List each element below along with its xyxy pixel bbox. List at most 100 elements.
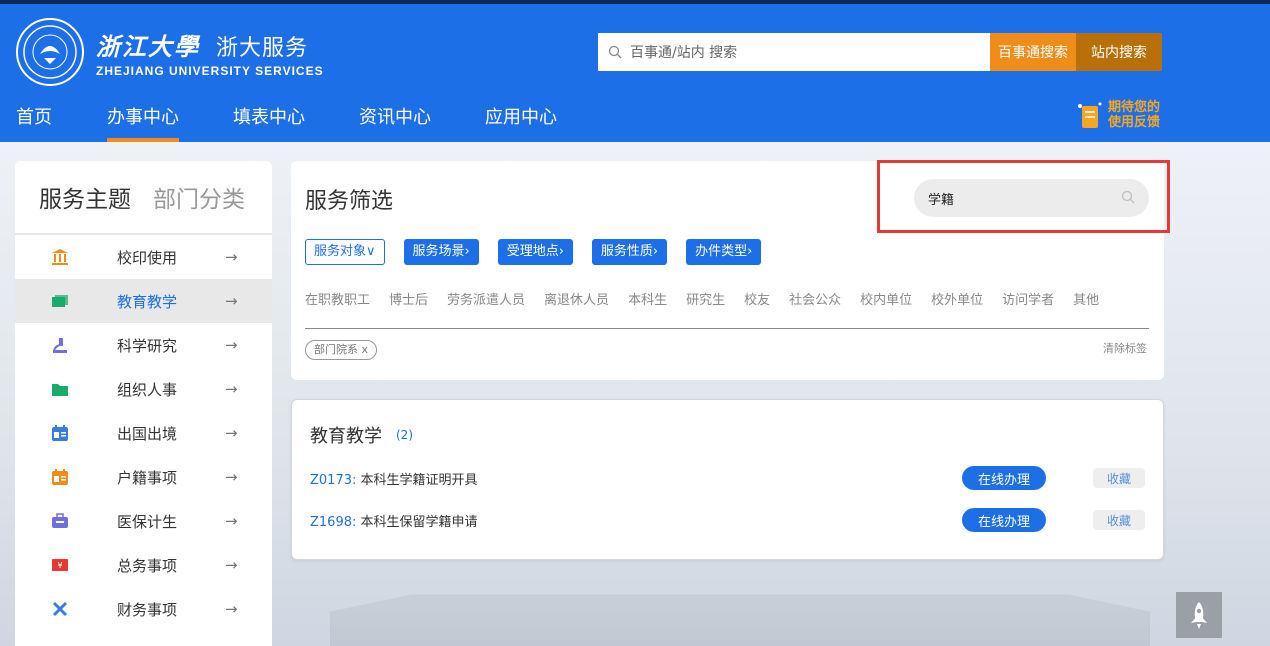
tab-department[interactable]: 部门分类 — [153, 180, 245, 214]
medkit-icon — [51, 512, 69, 530]
brand-service-name: 浙大服务 — [216, 35, 309, 61]
result-row: Z1698: 本科生保留学籍申请 在线办理 收藏 — [310, 508, 1146, 532]
folder-icon — [51, 380, 69, 398]
sidebar-list: 校印使用 → 教育教学 → 科学研究 → 组织人事 → 出国出境 → 户籍事项 → 医保计生 → ¥ 总务事项… — [15, 235, 272, 646]
tab-service-theme[interactable]: 服务主题 — [39, 180, 131, 214]
filter-option[interactable]: 校外单位 — [931, 289, 983, 308]
id-card-icon — [51, 468, 69, 486]
brand-english: ZHEJIANG UNIVERSITY SERVICES — [96, 63, 324, 78]
feedback-note-icon — [1078, 102, 1102, 128]
sidebar-item-label: 校印使用 — [117, 248, 178, 267]
filter-chip[interactable]: 办件类型› — [686, 239, 762, 265]
arrow-right-icon: → — [225, 556, 238, 574]
filter-option[interactable]: 离退休人员 — [544, 289, 609, 308]
university-seal-icon — [16, 18, 84, 86]
sidebar-item-label: 组织人事 — [117, 380, 178, 399]
result-code[interactable]: Z1698 — [310, 515, 352, 530]
building-icon — [51, 248, 69, 266]
filter-option[interactable]: 其他 — [1073, 289, 1099, 308]
search-input[interactable]: 百事通/站内 搜索 — [598, 33, 990, 71]
sidebar-item[interactable]: 出国出境 → — [15, 411, 272, 455]
tools-icon — [51, 600, 69, 618]
search-placeholder: 百事通/站内 搜索 — [630, 45, 738, 61]
sidebar-item[interactable]: 校印使用 → — [15, 235, 272, 279]
rocket-icon — [1191, 602, 1207, 629]
sidebar-item-label: 科学研究 — [117, 336, 178, 355]
sidebar-item-label: 教育教学 — [117, 292, 178, 311]
results-title: 教育教学 — [310, 426, 382, 447]
sidebar-item[interactable]: 户籍事项 → — [15, 455, 272, 499]
back-to-top-button[interactable] — [1176, 592, 1222, 638]
svg-text:¥: ¥ — [57, 561, 62, 570]
filter-options: 在职教职工 博士后 劳务派遣人员 离退休人员 本科生 研究生 校友 社会公众 校内单位 校外单位访… — [305, 289, 1118, 308]
sidebar-item-label: 总务事项 — [117, 556, 178, 575]
filter-chips: 服务对象∨ 服务场景› 受理地点› 服务性质› 办件类型› — [305, 239, 780, 265]
site-header: 浙江大學 浙大服务 ZHEJIANG UNIVERSITY SERVICES 百… — [0, 4, 1270, 142]
filter-option[interactable]: 本科生 — [628, 289, 667, 308]
nav-news-center[interactable]: 资讯中心 — [359, 100, 431, 142]
filter-chip[interactable]: 服务场景› — [403, 239, 479, 265]
result-name[interactable]: 本科生保留学籍申请 — [361, 515, 478, 530]
arrow-right-icon: → — [225, 380, 238, 398]
logo[interactable]: 浙江大學 浙大服务 ZHEJIANG UNIVERSITY SERVICES — [16, 18, 324, 86]
divider — [305, 328, 1149, 329]
sidebar-item-label: 财务事项 — [117, 600, 178, 619]
sidebar-item[interactable]: 组织人事 → — [15, 367, 272, 411]
sidebar-item-label: 出国出境 — [117, 424, 178, 443]
filter-option[interactable]: 社会公众 — [789, 289, 841, 308]
clear-tags-link[interactable]: 清除标签 — [1103, 340, 1147, 356]
results-panel: 教育教学 (2) Z0173: 本科生学籍证明开具 在线办理 收藏 Z1698:… — [291, 399, 1164, 560]
arrow-right-icon: → — [225, 424, 238, 442]
sidebar-item-label: 医保计生 — [117, 512, 178, 531]
arrow-right-icon: → — [225, 248, 238, 266]
feedback-line2: 使用反馈 — [1108, 115, 1161, 130]
books-icon — [51, 292, 69, 310]
result-name[interactable]: 本科生学籍证明开具 — [361, 473, 478, 488]
filter-option[interactable]: 研究生 — [686, 289, 725, 308]
filter-chip[interactable]: 受理地点› — [497, 239, 573, 265]
arrow-right-icon: → — [225, 292, 238, 310]
search-icon — [608, 45, 622, 59]
nav-service-center[interactable]: 办事中心 — [107, 100, 179, 142]
filter-chip[interactable]: 服务性质› — [591, 239, 668, 265]
online-apply-button[interactable]: 在线办理 — [962, 466, 1046, 490]
filter-option[interactable]: 博士后 — [389, 289, 428, 308]
filter-option[interactable]: 校友 — [744, 289, 770, 308]
feedback-link[interactable]: 期待您的 使用反馈 — [1076, 100, 1160, 130]
filter-option[interactable]: 访问学者 — [1002, 289, 1054, 308]
online-apply-button[interactable]: 在线办理 — [962, 508, 1046, 532]
passport-icon — [51, 424, 69, 442]
filter-title: 服务筛选 — [305, 189, 394, 214]
sidebar-item[interactable]: 财务事项 → — [15, 587, 272, 631]
highlight-frame — [877, 160, 1170, 233]
filter-option[interactable]: 在职教职工 — [305, 289, 370, 308]
favorite-button[interactable]: 收藏 — [1093, 510, 1145, 530]
sidebar-item[interactable]: ¥ 总务事项 → — [15, 543, 272, 587]
nav-home[interactable]: 首页 — [16, 100, 52, 142]
feedback-line1: 期待您的 — [1108, 100, 1161, 115]
favorite-button[interactable]: 收藏 — [1093, 468, 1145, 488]
filter-option[interactable]: 校内单位 — [860, 289, 912, 308]
filter-option[interactable]: 劳务派遣人员 — [447, 289, 525, 308]
results-count: (2) — [396, 428, 413, 442]
microscope-icon — [51, 336, 69, 354]
arrow-right-icon: → — [225, 600, 238, 618]
sidebar-item-label: 户籍事项 — [117, 468, 178, 487]
nav-form-center[interactable]: 填表中心 — [233, 100, 305, 142]
sidebar-item[interactable]: 采购事项→ — [15, 631, 272, 646]
brand-calligraphy: 浙江大學 — [96, 31, 200, 61]
sidebar-item[interactable]: 科学研究 → — [15, 323, 272, 367]
sidebar-item-label: 采购事项 — [117, 643, 177, 646]
sidebar: 服务主题 部门分类 校印使用 → 教育教学 → 科学研究 → 组织人事 → 出国出境 → 户籍事项 →… — [15, 161, 272, 646]
arrow-right-icon: → — [225, 512, 238, 530]
result-code[interactable]: Z0173 — [310, 473, 352, 488]
site-search-button[interactable]: 站内搜索 — [1076, 33, 1162, 71]
filter-chip[interactable]: 服务对象∨ — [305, 239, 385, 265]
sidebar-item[interactable]: 教育教学 → — [15, 279, 272, 323]
ticket-icon: ¥ — [51, 556, 69, 574]
selected-tag[interactable]: 部门院系 x — [305, 340, 378, 360]
arrow-right-icon: → — [225, 336, 238, 354]
sidebar-item[interactable]: 医保计生 → — [15, 499, 272, 543]
baishitong-search-button[interactable]: 百事通搜索 — [990, 33, 1076, 71]
nav-app-center[interactable]: 应用中心 — [485, 100, 557, 142]
